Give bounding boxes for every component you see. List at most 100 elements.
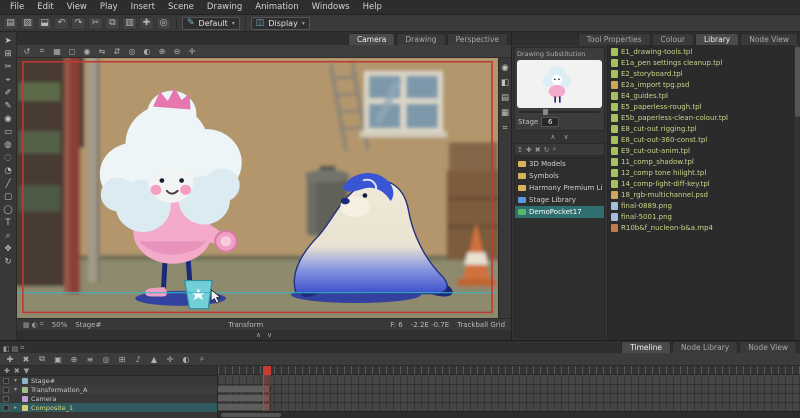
brush-tool-icon[interactable]: ✎ <box>1 99 16 112</box>
timeline-tab[interactable]: Node Library <box>672 341 739 353</box>
frame-row[interactable] <box>218 394 800 403</box>
library-file[interactable]: E2a_import tpg.psd <box>608 79 793 90</box>
layer-expand-arrow[interactable]: ▾ <box>12 386 19 393</box>
new-scene-icon[interactable]: ▤ <box>3 16 18 30</box>
timeline-menu-icon[interactable]: ◧ <box>3 345 10 353</box>
timeline-tab[interactable]: Node View <box>739 341 797 353</box>
panel-tab[interactable]: Colour <box>651 33 694 45</box>
outline-mode-icon[interactable]: ◻ <box>66 47 78 56</box>
paint-tool-icon[interactable]: ◍ <box>1 138 16 151</box>
paste-icon[interactable]: ▥ <box>122 16 137 30</box>
text-tool-icon[interactable]: T <box>1 216 16 229</box>
scrollbar-thumb[interactable] <box>795 47 800 117</box>
layer-enable-checkbox[interactable] <box>3 386 9 393</box>
layers-filter-icon[interactable]: ▼ <box>24 367 29 375</box>
library-file[interactable]: R10b&f_nucleon-b&a.mp4 <box>608 222 793 233</box>
snap-icon[interactable]: ✛ <box>186 47 198 56</box>
ink-tool-icon[interactable]: ◌ <box>1 151 16 164</box>
menu-item[interactable]: View <box>61 1 93 13</box>
zoom-tool-icon[interactable]: ⌕ <box>1 229 16 242</box>
line-tool-icon[interactable]: ╱ <box>1 177 16 190</box>
slider-knob[interactable] <box>543 109 549 115</box>
library-folder[interactable]: 3D Models <box>515 158 604 170</box>
ellipse-tool-icon[interactable]: ◯ <box>1 203 16 216</box>
light-table-icon[interactable]: ◐ <box>141 47 153 56</box>
flip-vertical-icon[interactable]: ⇵ <box>111 47 123 56</box>
zoom-out-icon[interactable]: ⊖ <box>171 47 183 56</box>
timeline-layer-row[interactable]: Camera <box>0 394 217 403</box>
library-file[interactable]: E8_cut-out rigging.tpl <box>608 123 793 134</box>
pencil-editor-icon[interactable]: ✐ <box>1 86 16 99</box>
camera-scene[interactable] <box>17 58 498 318</box>
previous-substitution-icon[interactable]: ∧ <box>550 133 555 141</box>
library-file[interactable]: E1a_pen settings cleanup.tpl <box>608 57 793 68</box>
menu-item[interactable]: Scene <box>162 1 200 13</box>
new-folder-icon[interactable]: ✚ <box>526 146 532 154</box>
add-peg-icon[interactable]: ⊕ <box>68 355 80 364</box>
matte-view-icon[interactable]: ◧ <box>498 76 513 89</box>
snap-icon[interactable]: ✛ <box>164 355 176 364</box>
library-file[interactable]: E9_cut-out-anim.tpl <box>608 145 793 156</box>
select-tool-icon[interactable]: ➤ <box>1 34 16 47</box>
timeline-layer-row[interactable]: ▾ Stage# <box>0 376 217 385</box>
duplicate-layer-icon[interactable]: ⧉ <box>36 354 48 364</box>
timeline-layer-row[interactable]: ▸ Composite_1 <box>0 403 217 412</box>
search-icon[interactable]: ⌕ <box>553 145 557 154</box>
hand-tool-icon[interactable]: ✥ <box>1 242 16 255</box>
layer-enable-checkbox[interactable] <box>3 395 9 402</box>
library-file[interactable]: E1_drawing-tools.tpl <box>608 46 793 57</box>
library-folder[interactable]: Symbols <box>515 170 604 182</box>
refresh-icon[interactable]: ↻ <box>544 146 550 154</box>
render-mode-icon[interactable]: ◉ <box>81 47 93 56</box>
library-folder[interactable]: Stage Library <box>515 194 604 206</box>
status-light-icon[interactable]: ◐ <box>32 321 38 329</box>
redo-icon[interactable]: ↷ <box>71 16 86 30</box>
menu-item[interactable]: Windows <box>306 1 356 13</box>
menu-item[interactable]: Drawing <box>201 1 248 13</box>
library-file[interactable]: E2_storyboard.tpl <box>608 68 793 79</box>
library-file[interactable]: 11_comp_shadow.tpl <box>608 156 793 167</box>
grid-icon[interactable]: ⌗ <box>36 46 48 56</box>
dropper-tool-icon[interactable]: ◔ <box>1 164 16 177</box>
onion-skin-icon[interactable]: ◎ <box>126 47 138 56</box>
frame-ruler[interactable] <box>218 366 800 375</box>
frame-row[interactable] <box>218 376 800 385</box>
menu-item[interactable]: Help <box>357 1 388 13</box>
transform-tool-icon[interactable]: ⊞ <box>1 47 16 60</box>
layer-enable-checkbox[interactable] <box>3 404 9 411</box>
menu-item[interactable]: Animation <box>249 1 304 13</box>
timeline-grid-icon[interactable]: ⌗ <box>20 344 24 353</box>
menu-item[interactable]: Play <box>94 1 124 13</box>
render-preview-icon[interactable]: ◉ <box>498 61 513 74</box>
sound-icon[interactable]: ♪ <box>132 355 144 364</box>
layer-expand-arrow[interactable]: ▾ <box>12 377 19 384</box>
timeline-list-icon[interactable]: ▤ <box>12 345 19 353</box>
library-folder[interactable]: Harmony Premium Li <box>515 182 604 194</box>
zoom-in-icon[interactable]: ⊕ <box>156 47 168 56</box>
menu-item[interactable]: Insert <box>125 1 161 13</box>
timeline-scrollbar[interactable] <box>218 411 800 418</box>
library-file[interactable]: 12_comp tone hilight.tpl <box>608 167 793 178</box>
layers-add-icon[interactable]: ✚ <box>4 367 10 375</box>
status-grid-icon[interactable]: ▦ <box>23 321 30 329</box>
library-file[interactable]: final-0889.png <box>608 200 793 211</box>
library-file[interactable]: 18_rgb-multichannel.psd <box>608 189 793 200</box>
add-drawing-icon[interactable]: ✚ <box>139 16 154 30</box>
cutter-tool-icon[interactable]: ✂ <box>1 60 16 73</box>
depth-view-icon[interactable]: ▤ <box>498 91 513 104</box>
undo-icon[interactable]: ↶ <box>54 16 69 30</box>
marker-icon[interactable]: ▲ <box>148 355 160 364</box>
clone-layer-icon[interactable]: ▣ <box>52 355 64 364</box>
next-drawing-icon[interactable]: ∨ <box>267 331 272 339</box>
frame-row[interactable] <box>218 385 800 394</box>
panel-tab[interactable]: Node View <box>740 33 798 45</box>
file-list-scrollbar[interactable] <box>793 45 800 340</box>
zoom-timeline-icon[interactable]: ⌕ <box>196 354 208 364</box>
guides-icon[interactable]: ⌗ <box>498 121 513 134</box>
timeline-layer-row[interactable]: ▾ Transformation_A <box>0 385 217 394</box>
library-file[interactable]: final-5001.png <box>608 211 793 222</box>
add-layer-icon[interactable]: ✚ <box>4 355 16 364</box>
rotate-view-icon[interactable]: ↻ <box>1 255 16 268</box>
stage-value-field[interactable]: 6 <box>541 117 560 127</box>
library-file[interactable]: E5_paperless-rough.tpl <box>608 101 793 112</box>
